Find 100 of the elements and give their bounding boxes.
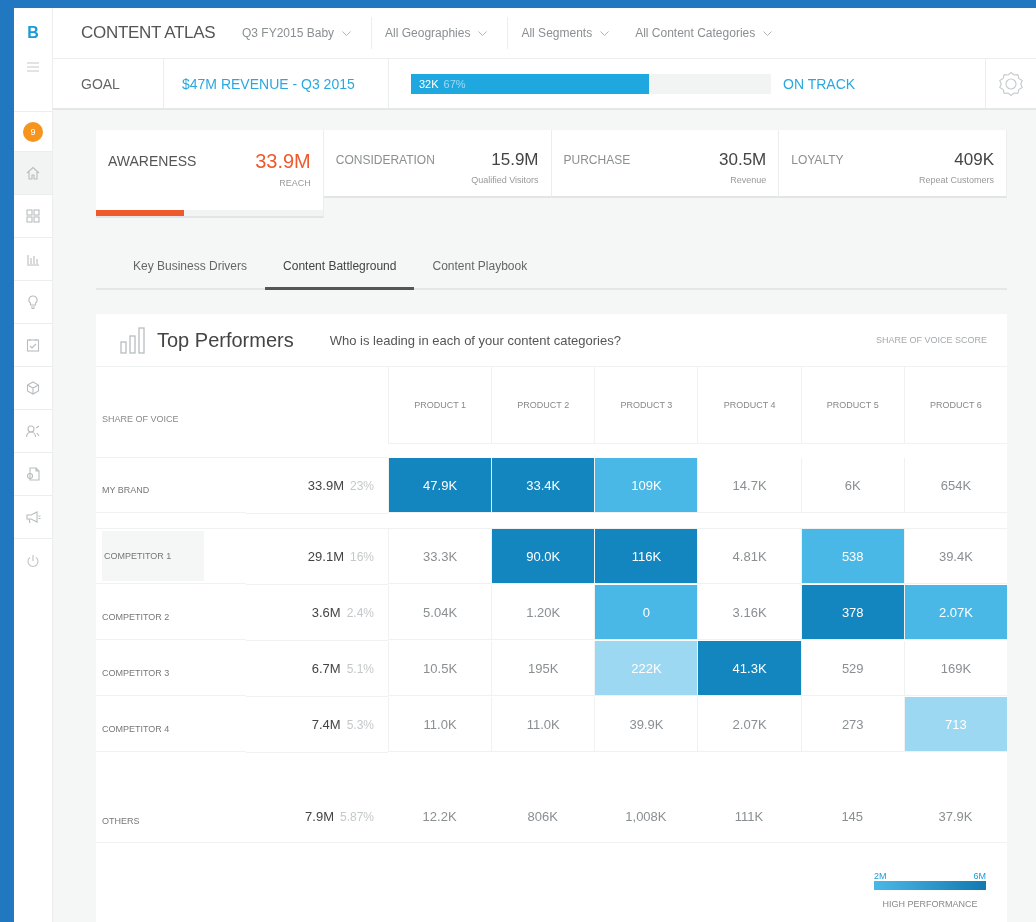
table-cell: 3.16K — [697, 585, 801, 640]
metric-value: 409K — [954, 150, 994, 170]
metric-name: AWARENESS — [108, 152, 197, 171]
table-cell: 222K — [594, 641, 698, 696]
total-value: 7.9M — [305, 809, 334, 824]
tab[interactable]: Content Battleground — [265, 245, 415, 290]
table-cell: 713 — [903, 697, 1007, 752]
metric-value: 15.9M — [491, 150, 539, 170]
menu-icon[interactable] — [27, 62, 39, 72]
column-header: PRODUCT 3 — [594, 367, 698, 444]
grid-icon — [25, 208, 41, 224]
status-label: ON TRACK — [783, 75, 856, 92]
row-label[interactable]: MY BRAND — [102, 460, 202, 510]
table-cell: 109K — [594, 458, 698, 513]
metric-card[interactable]: CONSIDERATION 15.9M Qualified Visitors — [323, 130, 552, 198]
home-icon — [25, 165, 41, 181]
column-header: PRODUCT 4 — [697, 367, 801, 444]
panel-title: Top Performers — [157, 328, 294, 352]
metric-caption: Qualified Visitors — [471, 175, 539, 185]
column-header: PRODUCT 1 — [388, 367, 492, 444]
table-cell: 0 — [594, 585, 698, 640]
share-percent: 23% — [349, 478, 374, 493]
score-label: SHARE OF VOICE SCORE — [875, 335, 987, 345]
share-percent: 16% — [349, 549, 374, 564]
table-cell: 47.9K — [388, 458, 492, 513]
table-cell: 538 — [800, 529, 904, 584]
legend-label: HIGH PERFORMANCE — [881, 899, 979, 909]
table-cell: 1,008K — [594, 753, 698, 843]
share-percent: 5.87% — [339, 810, 374, 824]
table-cell: 12.2K — [388, 753, 492, 843]
chevron-down-icon — [763, 30, 773, 36]
share-percent: 2.4% — [346, 605, 374, 620]
table-cell: 4.81K — [697, 529, 801, 584]
metric-card[interactable]: AWARENESS 33.9M REACH — [96, 130, 324, 218]
row-label[interactable]: COMPETITOR 1 — [102, 531, 204, 581]
tab[interactable]: Content Playbook — [414, 245, 546, 290]
table-cell: 41.3K — [697, 641, 801, 696]
metric-card[interactable]: LOYALTY 409K Repeat Customers — [779, 130, 1007, 198]
filter-dropdown[interactable]: All Content Categories — [622, 17, 786, 49]
settings-icon[interactable] — [998, 70, 1024, 97]
panel-question: Who is leading in each of your content categories? — [329, 332, 621, 348]
table-cell: 11.0K — [491, 697, 595, 752]
table-cell: 33.4K — [491, 458, 595, 513]
goal-label: GOAL — [53, 59, 164, 108]
table-cell: 6K — [800, 458, 904, 513]
row-label[interactable]: OTHERS — [102, 806, 202, 826]
tab[interactable]: Key Business Drivers — [115, 245, 266, 290]
goal-target: $47M REVENUE - Q3 2015 — [164, 59, 389, 108]
row-label[interactable]: COMPETITOR 2 — [102, 587, 202, 637]
metric-caption: Revenue — [730, 175, 767, 185]
column-header: PRODUCT 5 — [800, 367, 904, 444]
table-cell: 2.07K — [697, 697, 801, 752]
total-value: 6.7M — [311, 661, 341, 676]
legend-max: 6M — [973, 871, 986, 881]
filter-dropdown[interactable]: All Geographies — [372, 17, 509, 49]
chevron-down-icon — [342, 30, 352, 36]
total-value: 33.9M — [307, 478, 344, 493]
metric-value: 33.9M — [255, 150, 311, 173]
logo[interactable]: B — [14, 8, 52, 58]
power-icon[interactable] — [25, 553, 41, 569]
metric-card[interactable]: PURCHASE 30.5M Revenue — [551, 130, 780, 198]
metric-name: PURCHASE — [563, 152, 631, 169]
total-value: 7.4M — [311, 717, 341, 732]
chevron-down-icon — [600, 30, 610, 36]
table-cell: 90.0K — [491, 529, 595, 584]
column-header: SHARE OF VOICE — [96, 367, 388, 458]
table-cell: 273 — [800, 697, 904, 752]
table-cell: 111K — [697, 753, 801, 843]
check-icon — [25, 337, 41, 353]
chevron-down-icon — [478, 30, 488, 36]
cube-icon — [25, 380, 41, 396]
table-cell: 39.4K — [903, 529, 1007, 584]
column-header: PRODUCT 6 — [903, 367, 1007, 444]
progress-percent: 67% — [443, 77, 466, 90]
table-cell: 14.7K — [697, 458, 801, 513]
nav-item[interactable] — [14, 152, 52, 195]
table-cell: 378 — [800, 585, 904, 640]
table-cell: 37.9K — [903, 753, 1007, 843]
table-cell: 529 — [800, 641, 904, 696]
table-cell: 5.04K — [388, 585, 492, 640]
total-value: 3.6M — [311, 605, 341, 620]
table-cell: 10.5K — [388, 641, 492, 696]
progress-value: 32K — [419, 77, 439, 90]
share-percent: 5.1% — [346, 661, 374, 676]
metric-name: LOYALTY — [791, 152, 844, 169]
megaphone-icon — [25, 509, 41, 525]
people-icon — [25, 423, 41, 439]
metric-caption: REACH — [279, 178, 311, 188]
share-percent: 5.3% — [346, 717, 374, 732]
filter-dropdown[interactable]: Q3 FY2015 Baby — [229, 17, 373, 49]
row-label[interactable]: COMPETITOR 3 — [102, 643, 202, 693]
doc-icon — [25, 466, 41, 482]
bar-chart-icon — [120, 326, 148, 354]
total-value: 29.1M — [307, 549, 344, 564]
column-header: PRODUCT 2 — [491, 367, 595, 444]
filter-dropdown[interactable]: All Segments — [508, 17, 623, 49]
row-label[interactable]: COMPETITOR 4 — [102, 699, 202, 749]
table-cell: 11.0K — [388, 697, 492, 752]
bulb-icon — [25, 294, 41, 310]
metric-caption: Repeat Customers — [918, 175, 994, 185]
